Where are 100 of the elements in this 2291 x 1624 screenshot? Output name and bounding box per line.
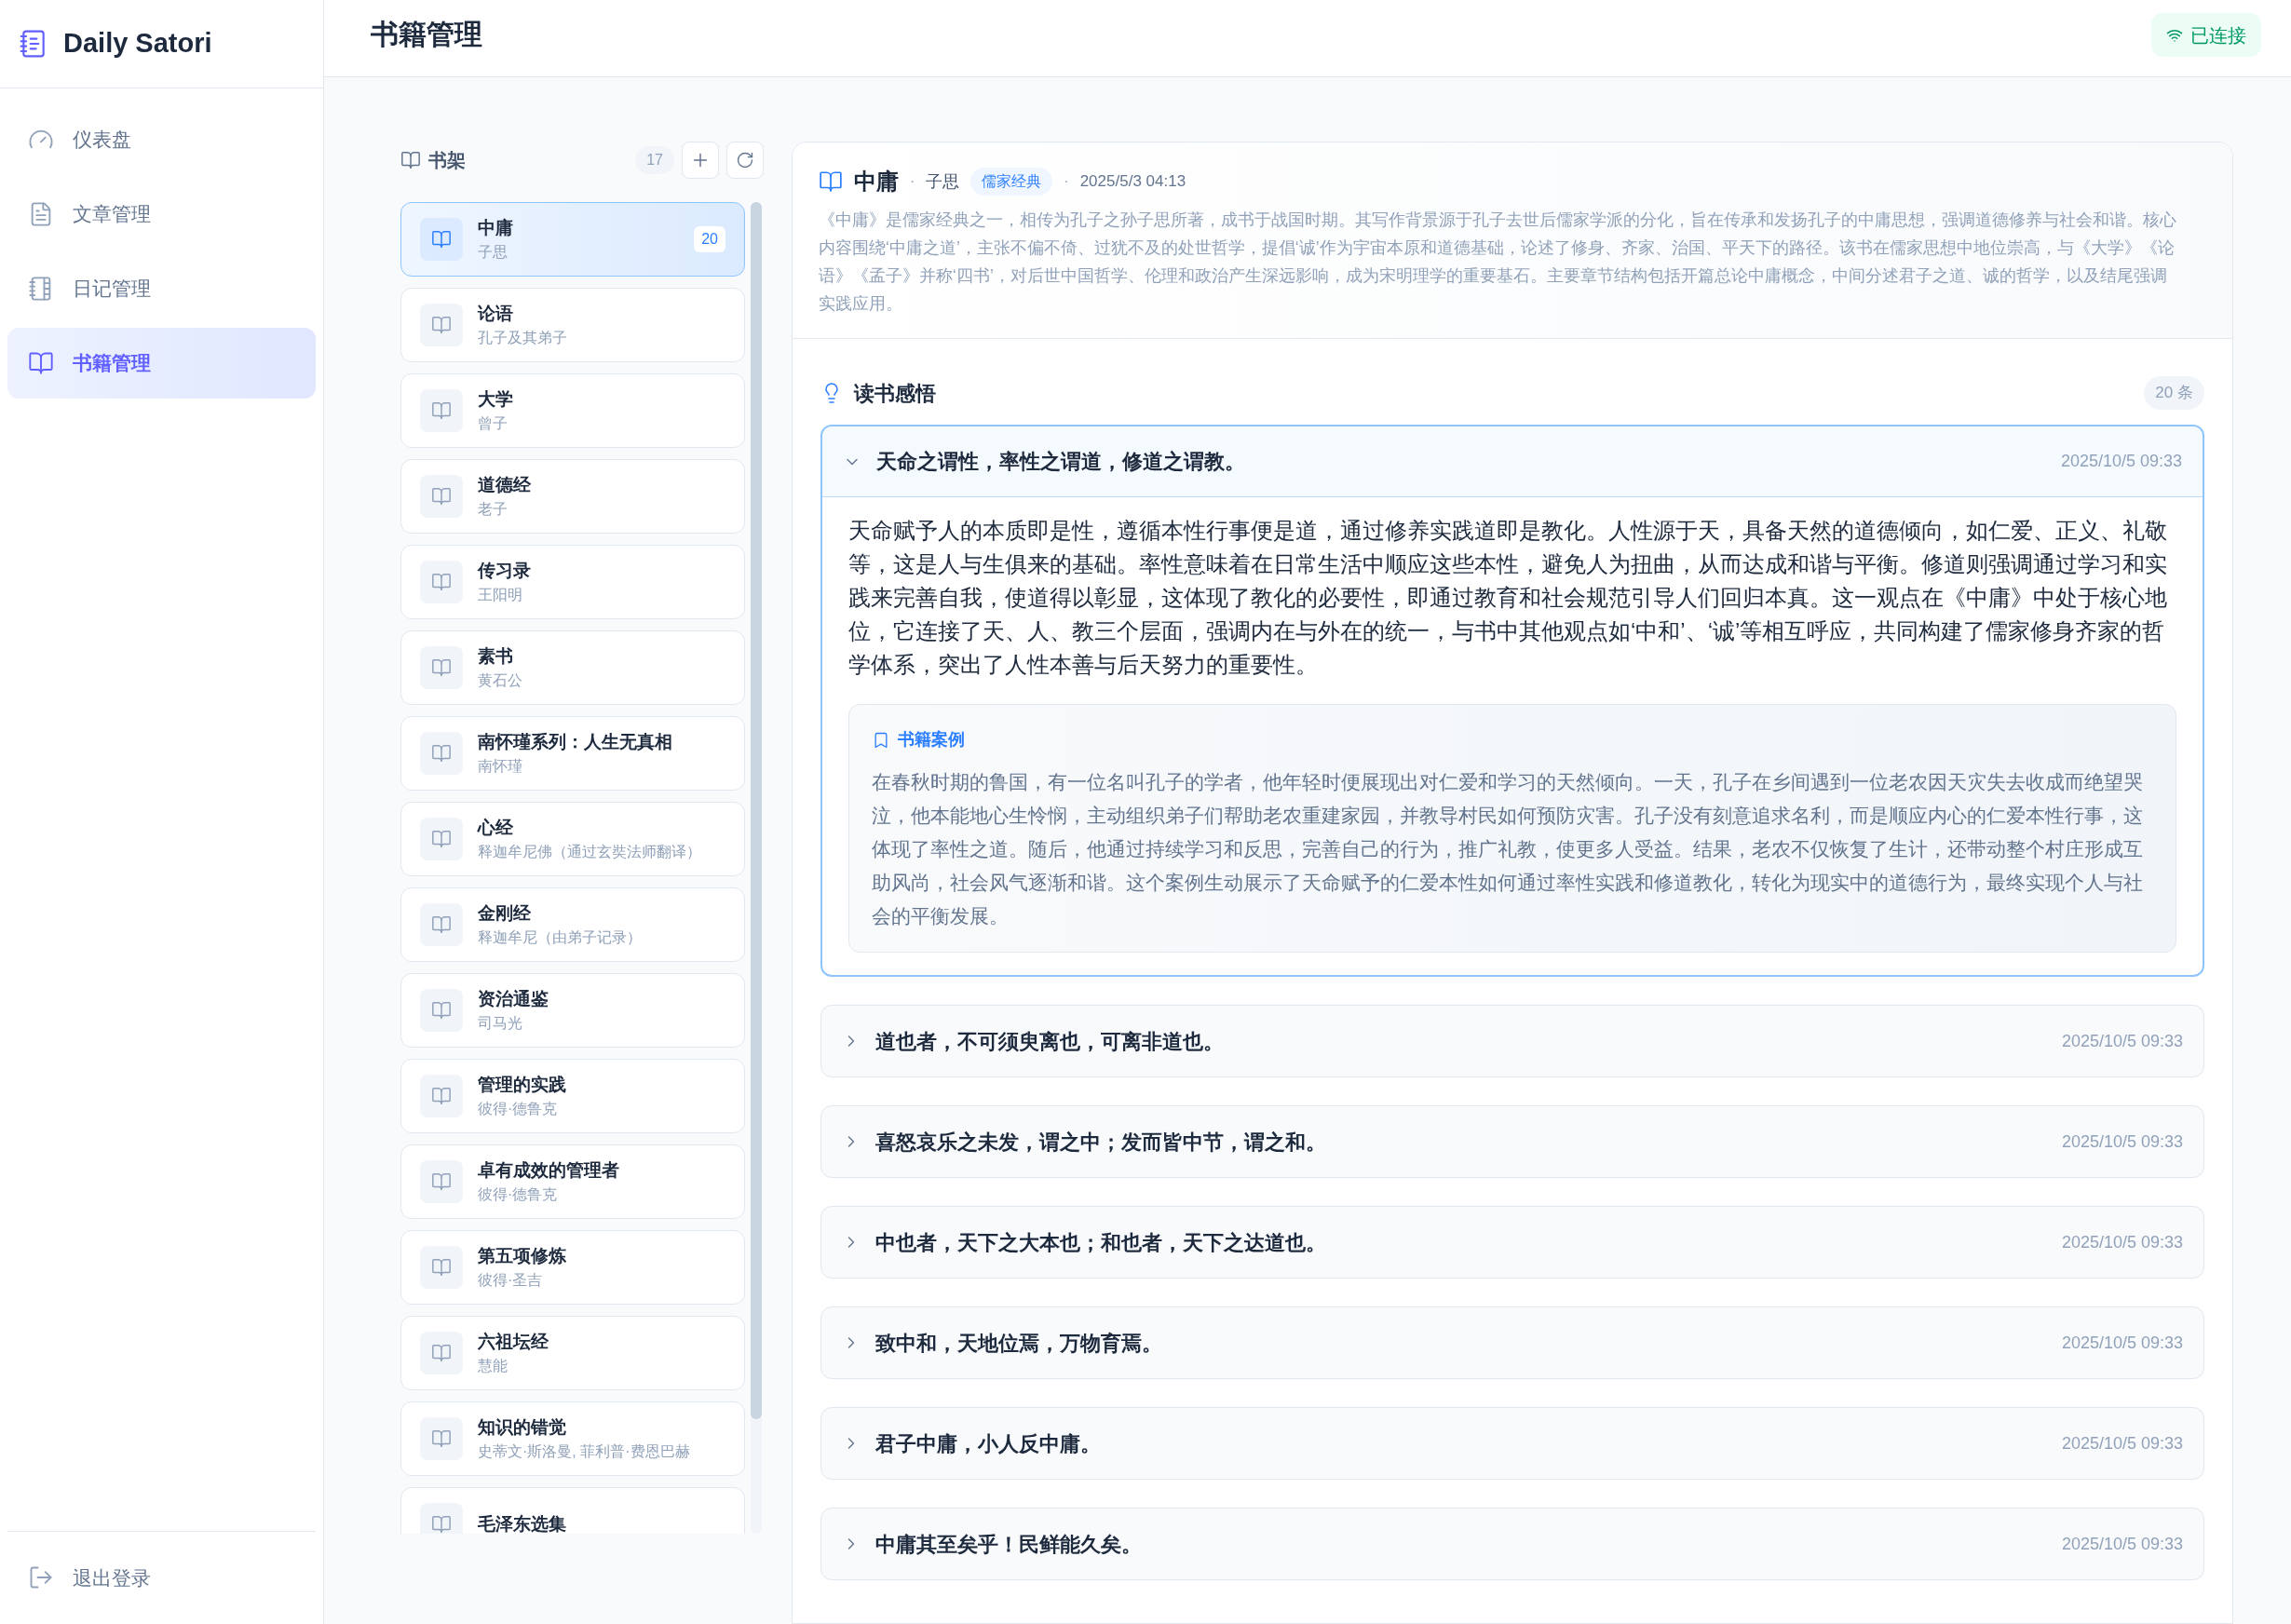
- open-book-icon: [431, 400, 452, 421]
- add-button[interactable]: [682, 142, 719, 179]
- book-card[interactable]: 卓有成效的管理者 彼得·德鲁克: [400, 1144, 745, 1219]
- open-book-icon: [431, 315, 452, 335]
- insight-count: 20: [694, 226, 725, 252]
- open-book-icon: [431, 657, 452, 678]
- separator-dot: ·: [910, 172, 915, 191]
- insight-title: 中庸其至矣乎！民鲜能久矣。: [875, 1531, 1143, 1558]
- open-book-icon: [400, 150, 421, 170]
- insight-header[interactable]: 喜怒哀乐之未发，谓之中；发而皆中节，谓之和。 2025/10/5 09:33: [821, 1106, 2203, 1177]
- insight-header[interactable]: 道也者，不可须臾离也，可离非道也。 2025/10/5 09:33: [821, 1006, 2203, 1076]
- insight-total: 20 条: [2144, 376, 2204, 410]
- open-book-icon: [28, 350, 54, 376]
- book-title: 知识的错觉: [478, 1416, 567, 1439]
- book-title: 管理的实践: [478, 1074, 567, 1096]
- insight-header[interactable]: 中庸其至矣乎！民鲜能久矣。 2025/10/5 09:33: [821, 1509, 2203, 1579]
- open-book-icon: [431, 1257, 452, 1278]
- book-card[interactable]: 金刚经 释迦牟尼（由弟子记录）: [400, 887, 745, 962]
- book-title: 金刚经: [478, 902, 532, 925]
- insight-title: 君子中庸，小人反中庸。: [875, 1430, 1102, 1457]
- book-card[interactable]: 毛泽东选集: [400, 1487, 745, 1534]
- book-author: 释迦牟尼佛（通过玄奘法师翻译）: [478, 843, 702, 861]
- book-title: 卓有成效的管理者: [478, 1159, 620, 1182]
- insight-date: 2025/10/5 09:33: [2061, 1030, 2183, 1052]
- shelf-title: 书架: [428, 149, 466, 172]
- book-author: 子思: [926, 170, 960, 193]
- scrollbar[interactable]: [751, 202, 762, 1534]
- page-title: 书籍管理: [371, 18, 482, 51]
- case-text: 在春秋时期的鲁国，有一位名叫孔子的学者，他年轻时便展现出对仁爱和学习的天然倾向。一天，孔子在乡间遇到一位老农因天灾失去收成而绝望哭泣，他本能地心生怜悯，主动组织弟子们帮助老农重建家园，并教导村民如何预防灾害。孔子没有刻意追求名利，而是顺应内心的仁爱本性行事，这体现了率性之道。随后，他通过持续学习和反思，完善自己的行为，推广礼教，使更多人受益。结果，老农不仅恢复了生计，还带动整个村庄形成互助风尚，社会风气逐渐和谐。这个案例生动展示了天命赋予的仁爱本性如何通过率性实践和修道教化，转化为现实中的道德行为，最终实现个人与社会的平衡发展。: [872, 770, 2144, 928]
- book-title: 六祖坛经: [478, 1331, 549, 1353]
- open-book-icon: [431, 743, 452, 764]
- book-title: 资治通鉴: [478, 988, 549, 1010]
- book-card[interactable]: 南怀瑾系列：人生无真相 南怀瑾: [400, 716, 745, 791]
- book-author: 慧能: [478, 1357, 508, 1375]
- book-card[interactable]: 论语 孔子及其弟子: [400, 288, 745, 362]
- insight-title: 致中和，天地位焉，万物育焉。: [875, 1330, 1163, 1357]
- insight-date: 2025/10/5 09:33: [2060, 451, 2182, 472]
- insight-title: 喜怒哀乐之未发，谓之中；发而皆中节，谓之和。: [875, 1129, 1327, 1156]
- category-tag: 儒家经典: [970, 168, 1053, 196]
- open-book-icon: [431, 1086, 452, 1106]
- refresh-icon: [736, 151, 754, 169]
- insight-header[interactable]: 致中和，天地位焉，万物育焉。 2025/10/5 09:33: [821, 1307, 2203, 1378]
- book-card[interactable]: 大学 曾子: [400, 373, 745, 448]
- book-card[interactable]: 六祖坛经 慧能: [400, 1316, 745, 1390]
- refresh-button[interactable]: [726, 142, 764, 179]
- brand-name: Daily Satori: [63, 27, 212, 61]
- open-book-icon: [431, 914, 452, 935]
- open-book-icon: [431, 1343, 452, 1363]
- book-card[interactable]: 管理的实践 彼得·德鲁克: [400, 1059, 745, 1133]
- book-card[interactable]: 心经 释迦牟尼佛（通过玄奘法师翻译）: [400, 802, 745, 876]
- insight-header[interactable]: 君子中庸，小人反中庸。 2025/10/5 09:33: [821, 1408, 2203, 1479]
- book-author: 司马光: [478, 1014, 523, 1033]
- nav-item[interactable]: 文章管理: [7, 179, 316, 250]
- insight-date: 2025/10/5 09:33: [2061, 1231, 2183, 1253]
- insight-title: 天命之谓性，率性之谓道，修道之谓教。: [876, 449, 1246, 475]
- open-book-icon: [431, 486, 452, 507]
- book-card[interactable]: 道德经 老子: [400, 459, 745, 534]
- book-card[interactable]: 第五项修炼 彼得·圣吉: [400, 1230, 745, 1305]
- nav-item[interactable]: 书籍管理: [7, 328, 316, 399]
- book-description: 《中庸》是儒家经典之一，相传为孔子之孙子思所著，成书于战国时期。其写作背景源于孔子去世后儒家学派的分化，旨在传承和发扬孔子的中庸思想，强调道德修养与社会和谐。核心内容围绕‘中庸之道’，主张不偏不倚、过犹不及的处世哲学，提倡‘诚’作为宇宙本原和道德基础，论述了修身、齐家、治国、平天下的路径。该书在儒家思想中地位崇高，与《大学》《论语》《孟子》并称‘四书’，对后世中国哲学、伦理和政治产生深远影响，成为宋明理学的重要基石。主要章节结构包括开篇总论中庸概念，中间分述君子之道、诚的哲学，以及结尾强调实践应用。: [819, 210, 2177, 315]
- book-title: 中庸: [478, 217, 514, 239]
- nav-item[interactable]: 仪表盘: [7, 104, 316, 175]
- book-author: 彼得·圣吉: [478, 1271, 544, 1290]
- open-book-icon: [431, 1428, 452, 1449]
- insight-title: 中也者，天下之大本也；和也者，天下之达道也。: [875, 1229, 1327, 1256]
- insight-header[interactable]: 天命之谓性，率性之谓道，修道之谓教。 2025/10/5 09:33: [822, 426, 2203, 497]
- book-title: 南怀瑾系列：人生无真相: [478, 731, 673, 753]
- book-title: 传习录: [478, 560, 532, 582]
- book-author: 子思: [478, 243, 508, 262]
- book-title: 毛泽东选集: [478, 1513, 567, 1534]
- book-card[interactable]: 素书 黄石公: [400, 630, 745, 705]
- book-author: 孔子及其弟子: [478, 329, 568, 347]
- book-count: 17: [635, 146, 674, 174]
- insight-body: 天命赋予人的本质即是性，遵循本性行事便是道，通过修养实践道即是教化。人性源于天，具备天然的道德倾向，如仁爱、正义、礼敬等，这是人与生俱来的基础。率性意味着在日常生活中顺应这些本性，避免人为扭曲，从而达成和谐与平衡。修道则强调通过学习和实践来完善自我，使道得以彰显，这体现了教化的必要性，即通过教育和社会规范引导人们回归本真。这一观点在《中庸》中处于核心地位，它连接了天、人、教三个层面，强调内在与外在的统一，与书中其他观点如‘中和’、‘诚’等相互呼应，共同构建了儒家修身齐家的哲学体系，突出了人性本善与后天努力的重要性。: [848, 517, 2168, 679]
- case-label: 书籍案例: [898, 729, 965, 751]
- insight-date: 2025/10/5 09:33: [2061, 1533, 2183, 1555]
- book-author: 王阳明: [478, 586, 523, 604]
- book-card[interactable]: 中庸 子思 20: [400, 202, 745, 277]
- book-title: 大学: [478, 388, 514, 411]
- book-card[interactable]: 资治通鉴 司马光: [400, 973, 745, 1048]
- book-author: 曾子: [478, 414, 508, 433]
- logout-button[interactable]: 退出登录: [7, 1563, 171, 1592]
- book-title: 中庸: [854, 168, 899, 196]
- book-card[interactable]: 传习录 王阳明: [400, 545, 745, 619]
- open-book-icon: [819, 169, 843, 194]
- status-text: 已连接: [2190, 23, 2246, 47]
- insight-date: 2025/10/5 09:33: [2061, 1432, 2183, 1455]
- insight-header[interactable]: 中也者，天下之大本也；和也者，天下之达道也。 2025/10/5 09:33: [821, 1207, 2203, 1278]
- book-title: 道德经: [478, 474, 532, 496]
- nav-item[interactable]: 日记管理: [7, 253, 316, 324]
- insight-date: 2025/10/5 09:33: [2061, 1130, 2183, 1153]
- book-author: 彼得·德鲁克: [478, 1100, 559, 1118]
- created-date: 2025/5/3 04:13: [1079, 171, 1186, 193]
- book-card[interactable]: 知识的错觉 史蒂文·斯洛曼, 菲利普·费恩巴赫: [400, 1401, 745, 1476]
- book-title: 素书: [478, 645, 514, 668]
- book-title: 论语: [478, 303, 514, 325]
- book-author: 南怀瑾: [478, 757, 523, 776]
- open-book-icon: [431, 829, 452, 849]
- open-book-icon: [431, 229, 452, 250]
- open-book-icon: [431, 1171, 452, 1192]
